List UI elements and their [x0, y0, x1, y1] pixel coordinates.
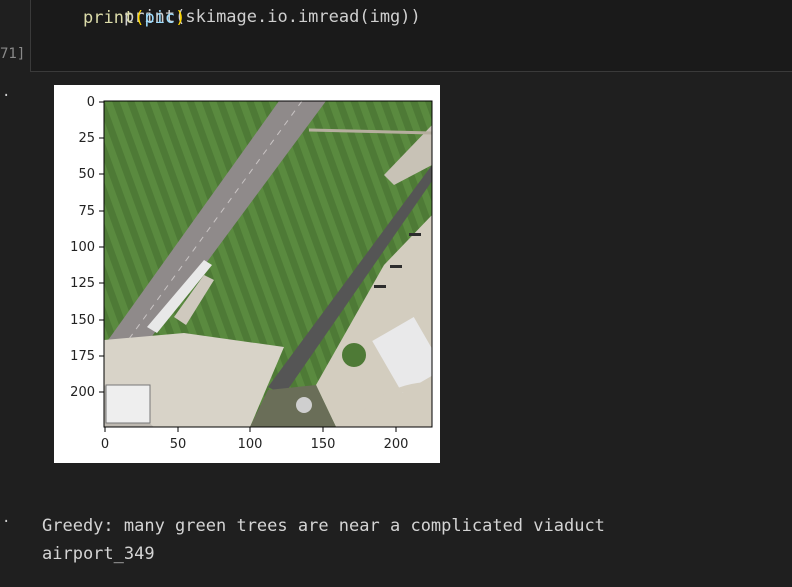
open-paren-token: ( — [134, 8, 145, 28]
stdout-output: Greedy: many green trees are near a comp… — [42, 512, 605, 568]
x-tick-label: 0 — [101, 437, 109, 452]
y-tick-label: 200 — [70, 385, 95, 400]
x-tick: 100 — [238, 427, 263, 452]
output-bullet-figure[interactable]: · — [2, 88, 10, 104]
x-tick-label: 100 — [238, 437, 263, 452]
y-tick-label: 75 — [78, 204, 95, 219]
y-tick: 100 — [70, 240, 104, 255]
x-tick: 200 — [384, 427, 409, 452]
code-line-print: print(pic) — [83, 8, 185, 28]
x-tick: 150 — [311, 427, 336, 452]
y-axis: 0 25 50 75 100 125 150 175 200 — [70, 95, 104, 400]
print-function-token: print — [83, 8, 135, 28]
code-cell[interactable]: print(skimage.io.imread(img)) print(pic) — [30, 0, 792, 72]
x-tick: 50 — [170, 427, 187, 452]
execution-count: 71] — [0, 46, 26, 62]
y-tick-label: 175 — [70, 349, 95, 364]
y-tick: 125 — [70, 276, 104, 291]
y-tick-label: 0 — [87, 95, 95, 110]
x-tick: 0 — [101, 427, 109, 452]
y-tick: 175 — [70, 349, 104, 364]
y-tick-label: 100 — [70, 240, 95, 255]
matplotlib-figure: 0 25 50 75 100 125 150 175 200 0 50 100 … — [54, 85, 440, 463]
y-tick: 75 — [78, 204, 104, 219]
x-tick-label: 200 — [384, 437, 409, 452]
pic-variable-token: pic — [144, 8, 176, 28]
x-tick-label: 50 — [170, 437, 187, 452]
y-tick-label: 25 — [78, 131, 95, 146]
x-tick-label: 150 — [311, 437, 336, 452]
y-tick-label: 50 — [78, 167, 95, 182]
y-tick: 200 — [70, 385, 104, 400]
y-tick-label: 125 — [70, 276, 95, 291]
y-tick: 50 — [78, 167, 104, 182]
y-tick: 0 — [87, 95, 104, 110]
x-axis: 0 50 100 150 200 — [101, 427, 409, 452]
close-paren-token: ) — [175, 8, 186, 28]
output-bullet-text[interactable]: · — [2, 514, 10, 530]
figure-svg: 0 25 50 75 100 125 150 175 200 0 50 100 … — [70, 95, 433, 452]
y-tick-label: 150 — [70, 313, 95, 328]
y-tick: 25 — [78, 131, 104, 146]
y-tick: 150 — [70, 313, 104, 328]
airport-aerial-image — [104, 101, 432, 427]
stdout-line-caption: Greedy: many green trees are near a comp… — [42, 516, 605, 536]
stdout-line-filename: airport_349 — [42, 544, 155, 564]
